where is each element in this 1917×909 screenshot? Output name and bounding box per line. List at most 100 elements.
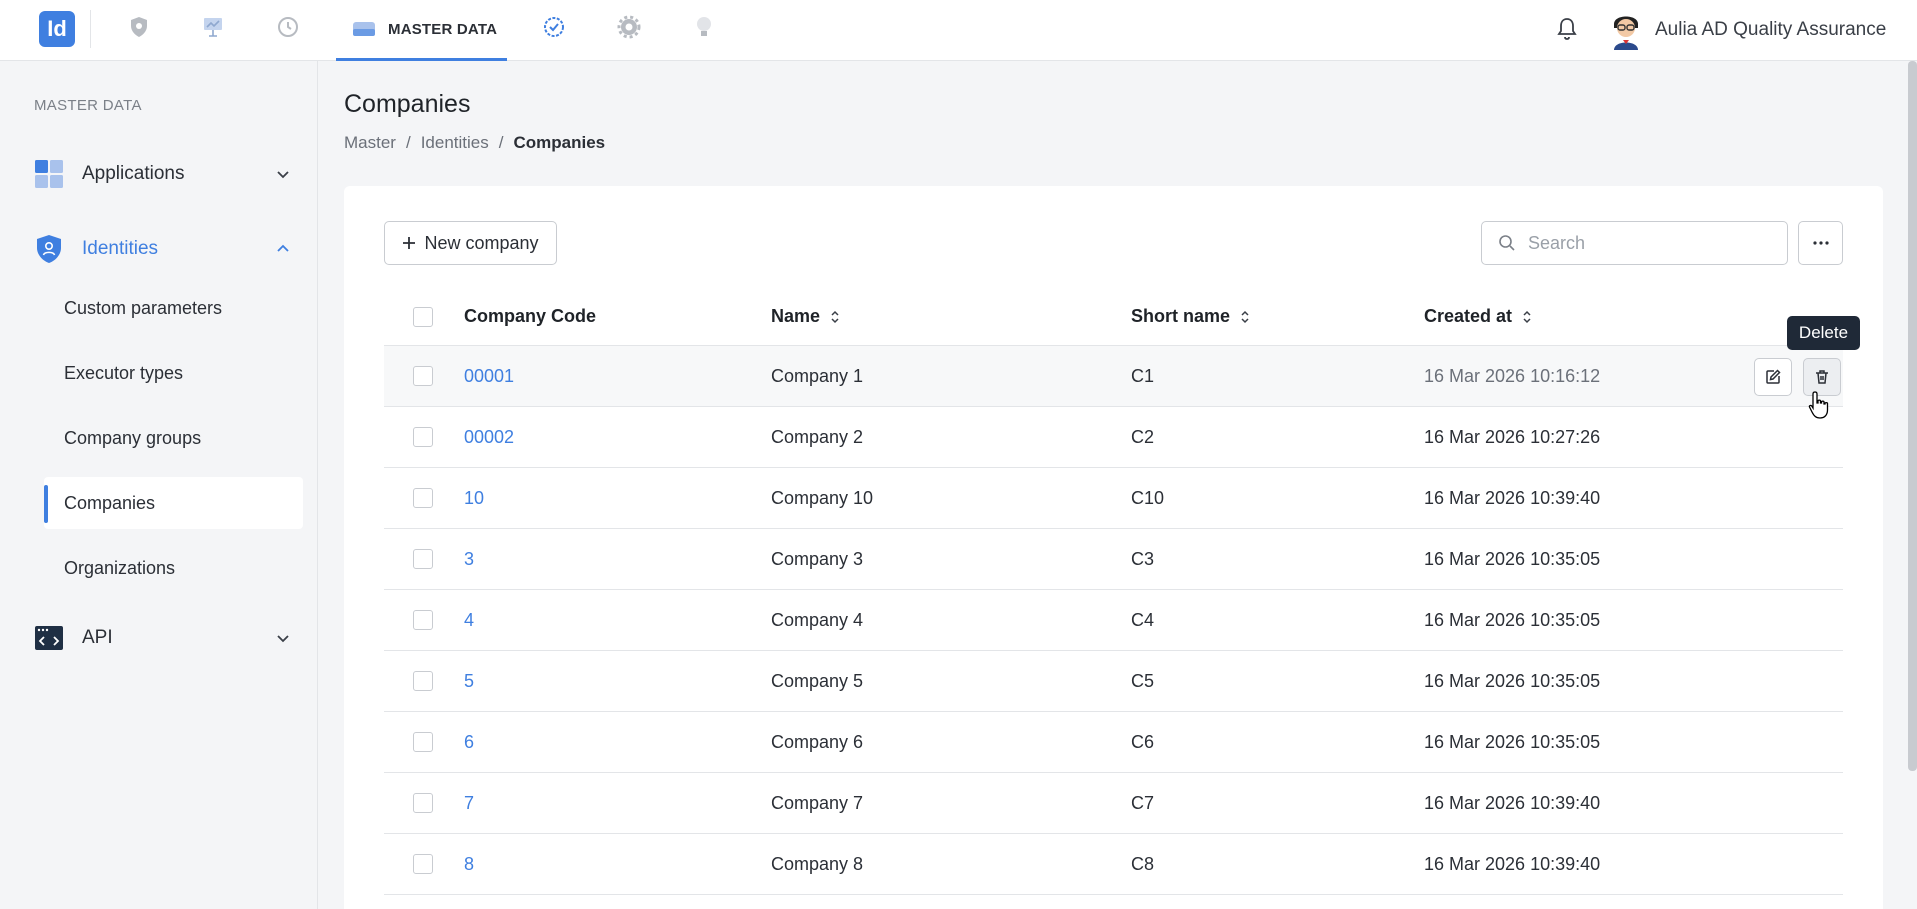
company-created-at: 16 Mar 2026 10:35:05 [1424,732,1601,752]
company-short-name: C1 [1131,366,1155,386]
badge-check-icon[interactable] [541,14,567,40]
column-header-short-name[interactable]: Short name [1131,306,1250,327]
search-box[interactable] [1481,221,1788,265]
gear-icon[interactable] [616,14,642,40]
sidebar-group-label: Identities [82,238,159,259]
top-bar: Id MASTER DATA Aulia AD Quality Assuranc… [0,0,1917,61]
column-header-label: Company Code [464,306,597,326]
table-row[interactable]: 4 Company 4 C4 16 Mar 2026 10:35:05 [384,590,1843,651]
plus-icon [403,237,416,249]
company-short-name: C7 [1131,793,1155,813]
avatar[interactable] [1608,10,1644,50]
breadcrumb-master[interactable]: Master [344,133,396,153]
company-code-link[interactable]: 10 [464,488,484,509]
row-checkbox[interactable] [413,671,433,691]
database-icon [353,22,375,36]
company-short-name: C3 [1131,549,1155,569]
company-created-at: 16 Mar 2026 10:39:40 [1424,854,1601,874]
select-all-checkbox[interactable] [413,307,433,327]
row-checkbox[interactable] [413,610,433,630]
company-name: Company 5 [771,671,864,691]
row-checkbox[interactable] [413,549,433,569]
row-checkbox[interactable] [413,488,433,508]
shield-icon[interactable] [126,14,152,40]
column-header-label: Created at [1424,306,1513,326]
chevron-down-icon [277,171,289,179]
ellipsis-icon [1812,241,1829,245]
sidebar-item-custom-parameters[interactable]: Custom parameters [44,282,303,334]
company-created-at: 16 Mar 2026 10:39:40 [1424,488,1601,508]
company-code-link[interactable]: 00002 [464,427,514,448]
trash-icon [1816,370,1828,384]
company-code-link[interactable]: 5 [464,671,474,692]
shield-user-icon [37,235,61,263]
column-header-label: Name [771,306,821,326]
row-checkbox[interactable] [413,793,433,813]
breadcrumb-identities[interactable]: Identities [421,133,489,153]
table-row[interactable]: 3 Company 3 C3 16 Mar 2026 10:35:05 [384,529,1843,590]
table-row[interactable]: 7 Company 7 C7 16 Mar 2026 10:39:40 [384,773,1843,834]
delete-tooltip: Delete [1787,316,1860,350]
sort-icon [1241,310,1249,323]
chevron-down-icon [277,635,289,643]
tab-label: MASTER DATA [388,20,498,38]
more-options-button[interactable] [1798,221,1843,265]
table-row[interactable]: 8 Company 8 C8 16 Mar 2026 10:39:40 [384,834,1843,895]
company-short-name: C4 [1131,610,1155,630]
sidebar-group-api[interactable]: API [34,618,294,658]
app-logo[interactable]: Id [39,11,75,47]
sidebar-item-organizations[interactable]: Organizations [44,542,303,594]
sidebar-group-label: Applications [82,163,185,184]
company-name: Company 2 [771,427,864,447]
row-checkbox[interactable] [413,854,433,874]
new-company-button[interactable]: New company [384,221,557,265]
lightbulb-icon[interactable] [691,14,717,40]
code-window-icon [35,626,63,650]
sidebar-group-identities[interactable]: Identities [34,229,294,269]
row-checkbox[interactable] [413,427,433,447]
sidebar-group-applications[interactable]: Applications [34,154,294,194]
sidebar-section-title: MASTER DATA [34,97,142,114]
company-code-link[interactable]: 00001 [464,366,514,387]
sidebar: MASTER DATA Applications Identities Cust… [0,61,318,909]
sort-icon [831,310,839,323]
column-header-label: Short name [1131,306,1231,326]
hand-cursor-icon [1808,390,1830,420]
company-code-link[interactable]: 7 [464,793,474,814]
new-company-label: New company [424,232,539,253]
company-code-link[interactable]: 8 [464,854,474,875]
column-header-created-at[interactable]: Created at [1424,306,1532,327]
row-checkbox[interactable] [413,366,433,386]
sidebar-item-executor-types[interactable]: Executor types [44,347,303,399]
company-short-name: C5 [1131,671,1155,691]
table-row[interactable]: 00002 Company 2 C2 16 Mar 2026 10:27:26 [384,407,1843,468]
company-code-link[interactable]: 6 [464,732,474,753]
company-created-at: 16 Mar 2026 10:27:26 [1424,427,1601,447]
history-icon[interactable] [275,14,301,40]
grid-icon [35,160,63,188]
company-short-name: C2 [1131,427,1155,447]
search-input[interactable] [1528,232,1768,254]
edit-button[interactable] [1754,358,1792,396]
company-code-link[interactable]: 3 [464,549,474,570]
user-name[interactable]: Aulia AD Quality Assurance [1655,19,1886,41]
bell-icon[interactable] [1556,16,1578,42]
table-row[interactable]: 5 Company 5 C5 16 Mar 2026 10:35:05 [384,651,1843,712]
top-divider [90,10,91,48]
company-created-at: 16 Mar 2026 10:39:40 [1424,793,1601,813]
company-code-link[interactable]: 4 [464,610,474,631]
presentation-icon[interactable] [200,14,226,40]
search-icon [1499,235,1515,251]
table-row[interactable]: 00001 Company 1 C1 16 Mar 2026 10:16:12 [384,346,1843,407]
tab-master-data[interactable]: MASTER DATA [336,0,507,61]
row-checkbox[interactable] [413,732,433,752]
column-header-company-code[interactable]: Company Code [464,306,596,327]
table-row[interactable]: 10 Company 10 C10 16 Mar 2026 10:39:40 [384,468,1843,529]
page-scrollbar[interactable] [1908,61,1917,771]
sidebar-item-company-groups[interactable]: Company groups [44,412,303,464]
table-row[interactable]: 6 Company 6 C6 16 Mar 2026 10:35:05 [384,712,1843,773]
column-header-name[interactable]: Name [771,306,840,327]
breadcrumb: Master / Identities / Companies [344,133,605,153]
company-short-name: C8 [1131,854,1155,874]
sidebar-item-companies[interactable]: Companies [44,477,303,529]
